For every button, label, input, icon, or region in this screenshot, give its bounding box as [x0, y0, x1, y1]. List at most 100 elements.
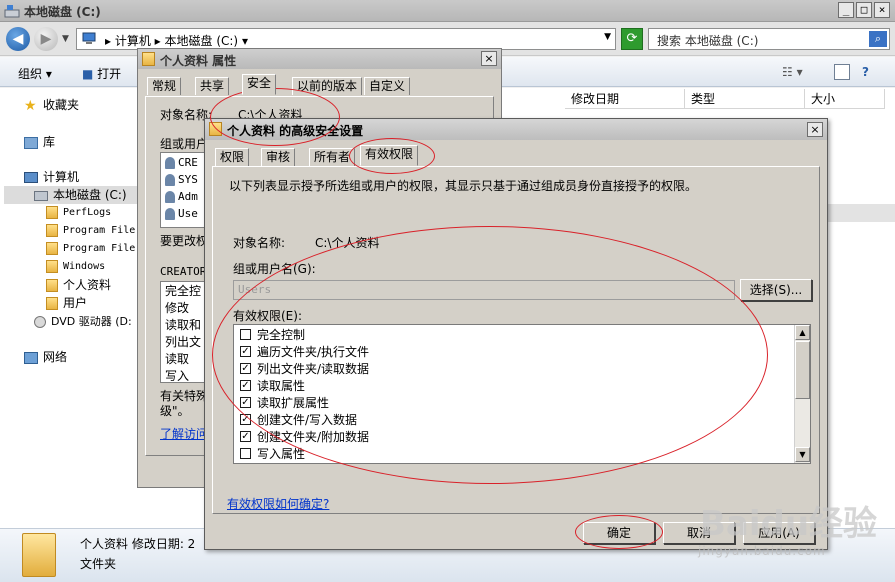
list-item: 读取和	[165, 318, 202, 332]
permission-label: 创建文件夹/附加数据	[257, 430, 370, 444]
list-item: 完全控	[165, 284, 202, 298]
tab-security[interactable]: 安全	[242, 74, 277, 95]
apply-button[interactable]: 应用(A)	[743, 522, 815, 544]
nav-drive-c[interactable]: 本地磁盘 (C:)	[4, 186, 138, 204]
chevron-down-icon[interactable]: ▼	[604, 32, 611, 42]
nav-favorites[interactable]: ★ 收藏夹	[24, 96, 79, 114]
history-dropdown[interactable]: ▼	[62, 34, 69, 44]
column-header-type-label: 类型	[691, 92, 716, 106]
open-button[interactable]: ■ 打开	[82, 65, 121, 82]
explorer-title: 本地磁盘 (C:)	[24, 5, 101, 19]
close-button[interactable]: ×	[874, 2, 890, 18]
permission-row: 写入属性	[240, 446, 305, 463]
tab-owner[interactable]: 所有者	[309, 148, 356, 166]
column-header-type[interactable]: 类型	[685, 89, 805, 109]
cancel-button[interactable]: 取消	[663, 522, 735, 544]
permission-label: 列出文件夹/读取数据	[257, 362, 370, 376]
permission-row: ✓ 读取属性	[240, 378, 305, 395]
special-permissions-text-2: 级"。	[160, 404, 190, 418]
properties-title: 个人资料 属性	[160, 54, 237, 68]
permission-row: ✓ 列出文件夹/读取数据	[240, 361, 369, 378]
nav-folder-label: PerfLogs	[63, 207, 112, 218]
scroll-down-arrow-icon[interactable]: ▼	[795, 447, 810, 462]
tab-previous-versions[interactable]: 以前的版本	[292, 77, 363, 95]
search-placeholder: 搜索 本地磁盘 (C:)	[657, 34, 759, 48]
tab-sharing[interactable]: 共享	[195, 77, 230, 95]
group-user-input[interactable]: Users	[233, 280, 735, 300]
list-item[interactable]: Adm	[165, 189, 198, 205]
view-icon[interactable]: ☷ ▾	[782, 65, 803, 79]
tab-effective-permissions[interactable]: 有效权限	[360, 145, 419, 166]
library-icon	[24, 136, 38, 149]
star-icon: ★	[24, 97, 37, 114]
permission-row: ✓ 创建文件/写入数据	[240, 412, 357, 429]
folder-icon	[46, 259, 58, 273]
open-label: 打开	[97, 67, 122, 81]
tab-auditing[interactable]: 审核	[261, 148, 296, 166]
list-item[interactable]: Use	[165, 206, 198, 222]
close-button[interactable]: ×	[807, 122, 823, 137]
nav-dvd-drive[interactable]: DVD 驱动器 (D:	[34, 313, 132, 331]
refresh-icon: ⟳	[626, 31, 638, 46]
scroll-thumb[interactable]	[795, 341, 810, 399]
back-button[interactable]: ◀	[6, 27, 30, 51]
nav-folder-label: Program File	[63, 243, 136, 254]
effective-permissions-list[interactable]: 完全控制 ✓ 遍历文件夹/执行文件 ✓ 列出文件夹/读取数据 ✓ 读取属性 ✓ 读取扩展…	[233, 324, 811, 464]
nav-library[interactable]: 库	[24, 133, 55, 151]
permission-label: 创建文件/写入数据	[257, 413, 358, 427]
preview-pane-icon[interactable]	[834, 64, 850, 80]
address-box[interactable]: ▸ 计算机 ▸ 本地磁盘 (C:) ▾ ▼	[76, 28, 616, 50]
forward-button[interactable]: ▶	[34, 27, 58, 51]
minimize-button[interactable]: _	[838, 2, 854, 18]
search-input[interactable]: 搜索 本地磁盘 (C:) ⌕	[648, 28, 890, 50]
list-item[interactable]: CRE	[165, 155, 198, 171]
arrow-right-icon: ▶	[40, 31, 52, 47]
breadcrumb-computer[interactable]: 计算机	[115, 34, 151, 48]
refresh-button[interactable]: ⟳	[621, 28, 643, 50]
learn-access-link[interactable]: 了解访问	[160, 425, 208, 442]
properties-titlebar[interactable]: 个人资料 属性 ×	[138, 49, 501, 69]
advanced-security-titlebar[interactable]: 个人资料 的高级安全设置 ×	[205, 119, 827, 140]
nav-folder-users[interactable]: 用户	[46, 294, 87, 312]
nav-computer-label: 计算机	[43, 170, 80, 184]
effective-permissions-help-link[interactable]: 有效权限如何确定?	[227, 495, 329, 512]
folder-icon	[46, 241, 58, 255]
list-item[interactable]: SYS	[165, 172, 198, 188]
permission-label: 读取扩展属性	[257, 396, 330, 410]
change-permissions-label: 要更改权	[160, 234, 209, 248]
arrow-left-icon: ◀	[12, 31, 24, 47]
breadcrumb-drive-c[interactable]: 本地磁盘 (C:)	[165, 34, 239, 48]
vertical-scrollbar[interactable]: ▲ ▼	[794, 325, 810, 463]
help-icon[interactable]: ?	[862, 65, 869, 79]
close-button[interactable]: ×	[481, 51, 497, 66]
organize-menu[interactable]: 组织 ▾	[18, 65, 52, 82]
tab-customize[interactable]: 自定义	[364, 77, 411, 95]
navigation-pane: ★ 收藏夹 库 计算机 本地磁盘 (C:) PerfLogs Program Fi…	[0, 88, 138, 528]
permission-row: ✓ 读取扩展属性	[240, 395, 329, 412]
permission-label: 写入属性	[257, 447, 306, 461]
nav-folder-perflogs[interactable]: PerfLogs	[46, 204, 111, 222]
maximize-button[interactable]: □	[856, 2, 872, 18]
checkbox	[240, 329, 251, 340]
disc-icon	[34, 316, 46, 328]
select-button[interactable]: 选择(S)...	[740, 279, 812, 301]
nav-folder-personal[interactable]: 个人资料	[46, 276, 111, 294]
nav-favorites-label: 收藏夹	[43, 98, 80, 112]
nav-computer[interactable]: 计算机	[24, 168, 79, 186]
tab-permissions[interactable]: 权限	[215, 148, 250, 166]
search-icon[interactable]: ⌕	[869, 31, 887, 47]
column-header-modified[interactable]: 修改日期	[565, 89, 685, 109]
checkbox-checked: ✓	[240, 380, 251, 391]
nav-folder-program-files-x86[interactable]: Program File	[46, 240, 135, 258]
nav-folder-windows[interactable]: Windows	[46, 258, 105, 276]
ok-button[interactable]: 确定	[583, 522, 655, 544]
nav-network[interactable]: 网络	[24, 348, 67, 366]
explorer-titlebar[interactable]: 本地磁盘 (C:) _ □ ×	[0, 0, 895, 22]
nav-folder-program-files[interactable]: Program File	[46, 222, 135, 240]
scroll-up-arrow-icon[interactable]: ▲	[795, 325, 810, 340]
user-name: Use	[178, 207, 198, 220]
nav-folder-label: 个人资料	[63, 278, 112, 292]
column-header-size[interactable]: 大小	[805, 89, 885, 109]
folder-icon	[46, 223, 58, 237]
tab-general[interactable]: 常规	[147, 77, 182, 95]
